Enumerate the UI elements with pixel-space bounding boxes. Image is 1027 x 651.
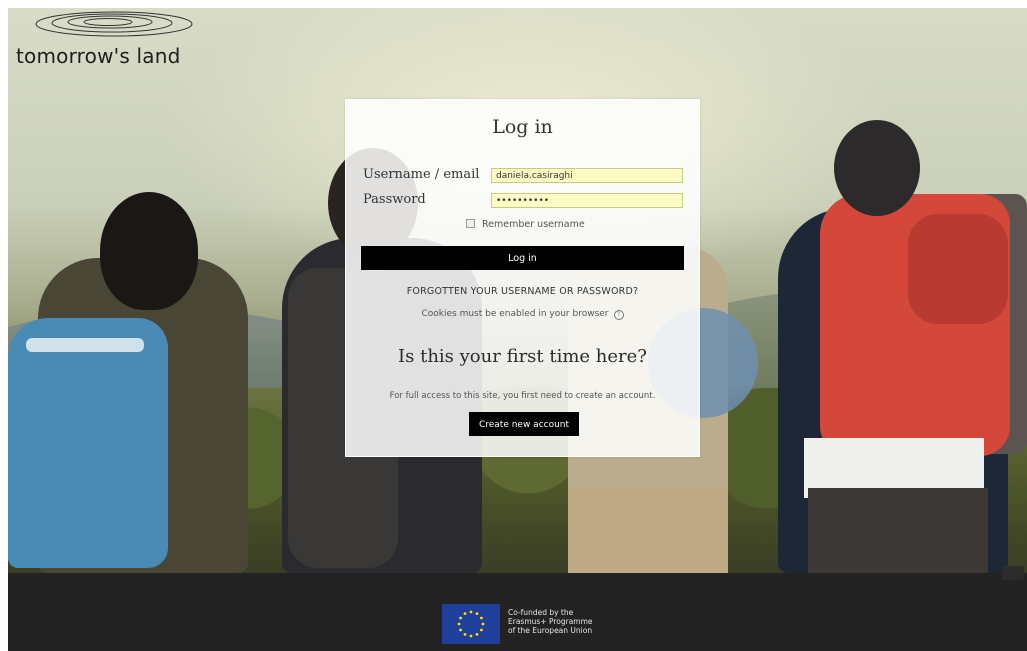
eu-line-3: of the European Union bbox=[508, 626, 593, 635]
eu-line-2: Erasmus+ Programme bbox=[508, 617, 593, 626]
eu-line-1: Co-funded by the bbox=[508, 608, 574, 617]
backpack-pocket bbox=[908, 214, 1008, 324]
login-card: Log in Username / email Password Remembe… bbox=[345, 99, 700, 457]
site-logo[interactable]: tomorrow's land bbox=[14, 8, 204, 78]
first-time-heading: Is this your first time here? bbox=[398, 346, 647, 367]
login-button[interactable]: Log in bbox=[361, 246, 684, 270]
remember-username-checkbox[interactable] bbox=[466, 219, 475, 228]
cookies-notice-text: Cookies must be enabled in your browser bbox=[421, 309, 609, 319]
username-input[interactable] bbox=[491, 168, 683, 183]
logo-swirl-icon bbox=[35, 11, 193, 37]
logo-text: tomorrow's land bbox=[16, 44, 181, 68]
backpack-stripe bbox=[26, 338, 144, 352]
eu-flag-icon bbox=[442, 604, 500, 644]
hiker-4-beanie bbox=[834, 120, 920, 216]
eu-cofunding-text: Co-funded by the Erasmus+ Programme of t… bbox=[508, 608, 593, 635]
hiker-3-shorts bbox=[568, 488, 728, 573]
signup-description: For full access to this site, you first … bbox=[389, 391, 656, 401]
login-title: Log in bbox=[492, 116, 553, 138]
hiker-1-head bbox=[100, 192, 198, 310]
create-account-button[interactable]: Create new account bbox=[469, 412, 579, 436]
hiker-4-legs bbox=[808, 488, 988, 573]
back-to-top-button[interactable] bbox=[1002, 566, 1024, 580]
forgot-credentials-link[interactable]: FORGOTTEN YOUR USERNAME OR PASSWORD? bbox=[346, 286, 699, 297]
remember-username-label: Remember username bbox=[482, 219, 585, 230]
page-frame: tomorrow's land Log in Username / email … bbox=[8, 8, 1027, 651]
username-label: Username / email bbox=[363, 167, 480, 182]
remember-username-row[interactable]: Remember username bbox=[466, 219, 585, 230]
question-circle-icon[interactable]: ? bbox=[613, 310, 624, 320]
password-label: Password bbox=[363, 192, 426, 207]
hiker-1-backpack bbox=[8, 318, 168, 568]
cookies-notice: Cookies must be enabled in your browser? bbox=[346, 309, 699, 320]
password-input[interactable] bbox=[491, 193, 683, 208]
